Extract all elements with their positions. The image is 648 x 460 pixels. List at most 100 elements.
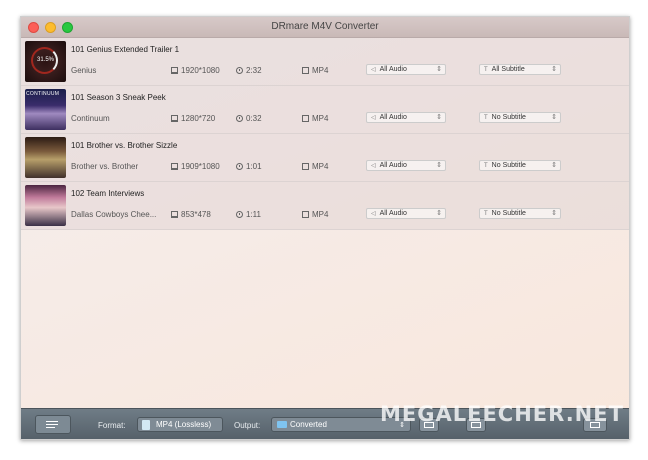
title-bar: DRmare M4V Converter [21, 17, 629, 38]
video-series: Genius [71, 66, 97, 75]
subtitle-select[interactable]: T No Subtitle ⇕ [479, 160, 561, 171]
chevron-updown-icon: ⇕ [436, 210, 442, 217]
format-selector[interactable]: MP4 (Lossless) [137, 417, 223, 432]
format: MP4 [302, 114, 328, 123]
subtitle-value: No Subtitle [491, 210, 526, 217]
duration-value: 2:32 [246, 66, 262, 75]
add-files-button[interactable] [35, 415, 71, 434]
resolution: 853*478 [171, 210, 211, 219]
file-icon [302, 115, 309, 122]
chevron-updown-icon: ⇕ [551, 114, 557, 121]
window-title: DRmare M4V Converter [271, 21, 379, 32]
resolution: 1920*1080 [171, 66, 220, 75]
video-title: 101 Season 3 Sneak Peek [71, 93, 166, 102]
format: MP4 [302, 162, 328, 171]
subtitle-value: No Subtitle [491, 114, 526, 121]
clock-icon [236, 211, 243, 218]
watermark: MEGALEECHER.NET [380, 402, 624, 426]
format: MP4 [302, 210, 328, 219]
subtitle-select[interactable]: T No Subtitle ⇕ [479, 112, 561, 123]
resolution: 1909*1080 [171, 162, 220, 171]
duration-value: 1:11 [246, 210, 261, 219]
chevron-updown-icon: ⇕ [436, 162, 442, 169]
monitor-icon [171, 67, 178, 74]
format-selector-value: MP4 (Lossless) [156, 420, 212, 429]
progress-percent: 31.5% [36, 57, 54, 63]
speaker-icon: ◁ [371, 211, 376, 217]
file-icon [302, 67, 309, 74]
output-label: Output: [234, 421, 261, 430]
text-icon: T [484, 66, 488, 73]
clock-icon [236, 67, 243, 74]
audio-value: All Audio [379, 162, 407, 169]
resolution-value: 1909*1080 [181, 162, 220, 171]
text-icon: T [484, 210, 488, 217]
subtitle-select[interactable]: T No Subtitle ⇕ [479, 208, 561, 219]
monitor-icon [171, 163, 178, 170]
audio-value: All Audio [379, 66, 407, 73]
file-icon [302, 163, 309, 170]
duration-value: 0:32 [246, 114, 262, 123]
video-series: Dallas Cowboys Chee... [71, 210, 157, 219]
add-files-icon [46, 420, 60, 430]
thumbnail-label: CONTINUUM [26, 91, 60, 97]
speaker-icon: ◁ [371, 67, 376, 73]
video-title: 101 Brother vs. Brother Sizzle [71, 141, 178, 150]
video-title: 101 Genius Extended Trailer 1 [71, 45, 180, 54]
video-series: Brother vs. Brother [71, 162, 139, 171]
audio-select[interactable]: ◁ All Audio ⇕ [366, 112, 446, 123]
file-row[interactable]: 31.5% 101 Genius Extended Trailer 1 Geni… [21, 38, 629, 86]
subtitle-value: No Subtitle [491, 162, 526, 169]
text-icon: T [484, 114, 488, 121]
clock-icon [236, 115, 243, 122]
audio-select[interactable]: ◁ All Audio ⇕ [366, 160, 446, 171]
video-title: 102 Team Interviews [71, 189, 145, 198]
chevron-updown-icon: ⇕ [551, 162, 557, 169]
subtitle-select[interactable]: T All Subtitle ⇕ [479, 64, 561, 75]
duration-value: 1:01 [246, 162, 262, 171]
subtitle-value: All Subtitle [491, 66, 525, 73]
monitor-icon [171, 211, 178, 218]
duration: 1:11 [236, 210, 261, 219]
audio-select[interactable]: ◁ All Audio ⇕ [366, 64, 446, 75]
audio-select[interactable]: ◁ All Audio ⇕ [366, 208, 446, 219]
format-value: MP4 [312, 210, 329, 219]
resolution-value: 1280*720 [181, 114, 216, 123]
audio-value: All Audio [379, 210, 407, 217]
chevron-updown-icon: ⇕ [551, 210, 557, 217]
monitor-icon [171, 115, 178, 122]
format-value: MP4 [312, 66, 329, 75]
duration: 1:01 [236, 162, 262, 171]
format-file-icon [142, 419, 150, 430]
video-thumbnail [25, 185, 66, 226]
speaker-icon: ◁ [371, 115, 376, 121]
output-folder-value: Converted [290, 420, 327, 429]
video-thumbnail: 31.5% [25, 41, 66, 82]
chevron-updown-icon: ⇕ [436, 114, 442, 121]
folder-icon [277, 421, 287, 428]
chevron-updown-icon: ⇕ [436, 66, 442, 73]
clock-icon [236, 163, 243, 170]
file-row[interactable]: 102 Team Interviews Dallas Cowboys Chee.… [21, 182, 629, 230]
format: MP4 [302, 66, 328, 75]
video-thumbnail: CONTINUUM [25, 89, 66, 130]
file-row[interactable]: CONTINUUM 101 Season 3 Sneak Peek Contin… [21, 86, 629, 134]
resolution-value: 1920*1080 [181, 66, 220, 75]
file-row[interactable]: 101 Brother vs. Brother Sizzle Brother v… [21, 134, 629, 182]
resolution: 1280*720 [171, 114, 215, 123]
app-window: DRmare M4V Converter 31.5% 101 Genius Ex… [20, 16, 630, 440]
duration: 2:32 [236, 66, 262, 75]
chevron-updown-icon: ⇕ [551, 66, 557, 73]
duration: 0:32 [236, 114, 262, 123]
format-label: Format: [98, 421, 126, 430]
video-series: Continuum [71, 114, 110, 123]
video-thumbnail [25, 137, 66, 178]
format-value: MP4 [312, 162, 329, 171]
format-value: MP4 [312, 114, 329, 123]
speaker-icon: ◁ [371, 163, 376, 169]
file-list: 31.5% 101 Genius Extended Trailer 1 Geni… [21, 38, 629, 230]
text-icon: T [484, 162, 488, 169]
file-icon [302, 211, 309, 218]
resolution-value: 853*478 [181, 210, 211, 219]
audio-value: All Audio [379, 114, 407, 121]
